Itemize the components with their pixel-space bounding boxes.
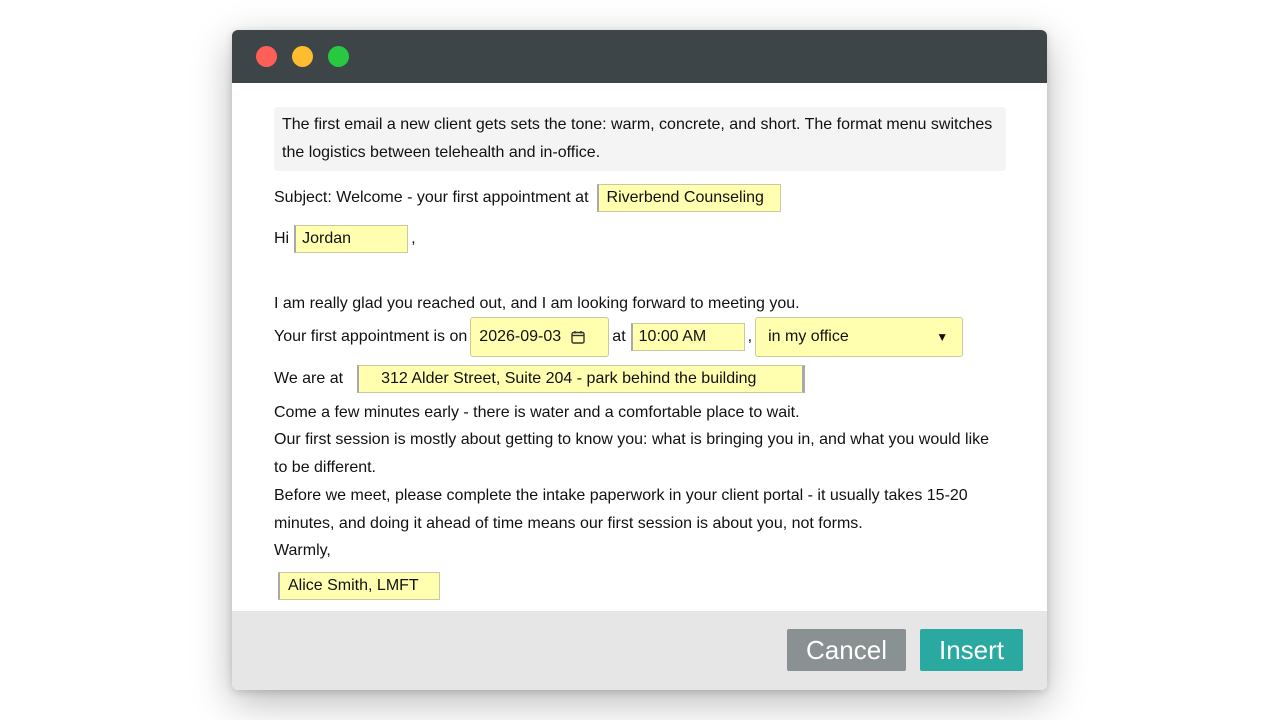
paperwork-line: Before we meet, please complete the inta… <box>274 487 968 532</box>
format-select[interactable]: in my office ▼ <box>755 317 964 357</box>
greeting-prefix: Hi <box>274 230 290 247</box>
appointment-date-field[interactable]: 2026-09-03 <box>470 317 610 357</box>
close-window-button[interactable] <box>256 46 277 67</box>
client-name-field[interactable]: Jordan <box>294 225 409 253</box>
maximize-window-button[interactable] <box>328 46 349 67</box>
location-line: We are at 312 Alder Street, Suite 204 - … <box>274 364 806 394</box>
appointment-date-value: 2026-09-03 <box>479 328 562 345</box>
cancel-button[interactable]: Cancel <box>787 629 906 671</box>
subject-prefix: Subject: Welcome - your first appointmen… <box>274 189 589 206</box>
address-field[interactable]: 312 Alder Street, Suite 204 - park behin… <box>357 365 806 393</box>
appointment-line: Your first appointment is on 2026-09-03 … <box>274 317 964 357</box>
dialog-footer: Cancel Insert <box>232 611 1047 690</box>
greeting-line: Hi Jordan , <box>274 224 416 254</box>
greeting-comma: , <box>411 230 416 247</box>
calendar-icon[interactable] <box>571 330 585 344</box>
session-line: Our first session is mostly about gettin… <box>274 431 990 476</box>
appointment-time-field[interactable]: 10:00 AM <box>630 323 745 351</box>
snippet-dialog: The first email a new client gets sets t… <box>232 30 1047 690</box>
signoff-line: Warmly, <box>274 542 331 559</box>
appointment-prefix: Your first appointment is on <box>274 328 468 345</box>
appointment-at: at <box>612 328 626 345</box>
practice-name-field[interactable]: Riverbend Counseling <box>596 184 781 212</box>
subject-line: Subject: Welcome - your first appointmen… <box>274 183 781 213</box>
location-prefix: We are at <box>274 370 344 387</box>
signature-line: Alice Smith, LMFT <box>274 571 440 601</box>
title-bar <box>232 30 1047 83</box>
format-selected-value: in my office <box>768 328 849 345</box>
glad-line: I am really glad you reached out, and I … <box>274 295 800 312</box>
template-note: The first email a new client gets sets t… <box>274 107 1006 171</box>
early-line: Come a few minutes early - there is wate… <box>274 404 800 421</box>
email-template-body: The first email a new client gets sets t… <box>274 107 1006 600</box>
insert-button[interactable]: Insert <box>920 629 1023 671</box>
appointment-comma: , <box>747 328 753 345</box>
signature-field[interactable]: Alice Smith, LMFT <box>278 572 440 600</box>
minimize-window-button[interactable] <box>292 46 313 67</box>
caret-down-icon: ▼ <box>936 330 949 344</box>
